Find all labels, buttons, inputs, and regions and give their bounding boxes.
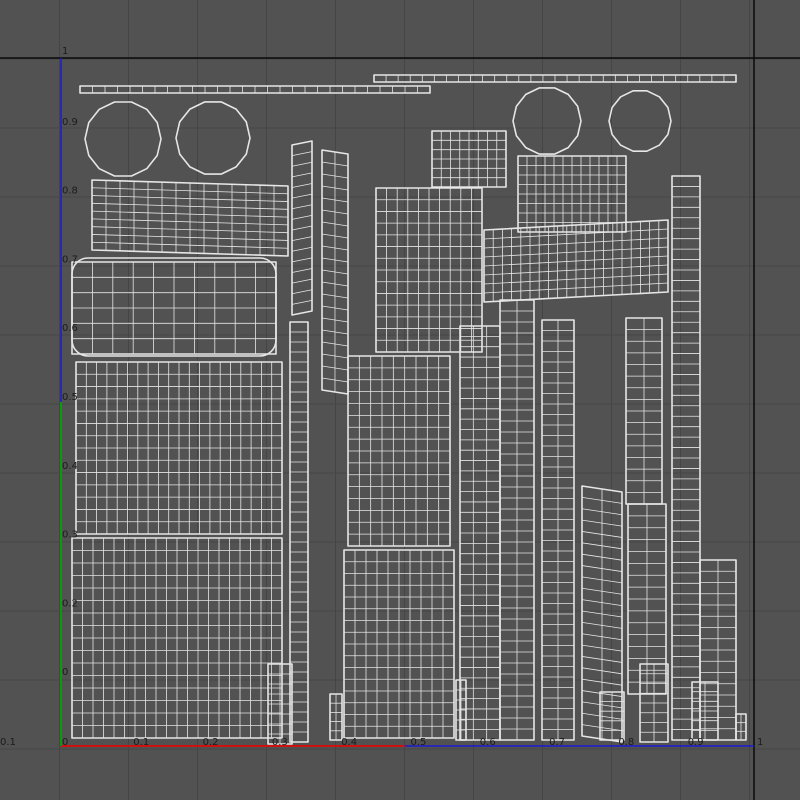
- v-tick-label: 1: [62, 46, 68, 57]
- small-piece: [599, 691, 625, 741]
- shirt-front-shell: [347, 355, 451, 547]
- strap-shell: [581, 485, 623, 743]
- thin-strip-2-edge: [291, 268, 313, 273]
- v-tick-label: 0.7: [62, 254, 78, 265]
- circle-shell: [84, 101, 162, 177]
- top-strip-left: [79, 85, 431, 94]
- uv-editor-viewport[interactable]: 0.1 0 0.1 0.2 0.3 0.4 0.5 0.6 0.7 0.8 0.9 1 1 0.9 0.8 0…: [0, 0, 800, 800]
- uv-shells: [71, 74, 747, 745]
- circle-shell: [608, 90, 672, 152]
- cuff-shell: [91, 179, 289, 257]
- grid-lines: [0, 0, 800, 800]
- strap-shell-2: [625, 317, 663, 505]
- thin-strip-2-edge: [291, 236, 313, 242]
- small-piece: [691, 681, 719, 741]
- thin-strip-3: [321, 149, 349, 395]
- thin-strip-2: [291, 140, 313, 316]
- thin-strip-2-edge: [291, 214, 313, 220]
- small-piece: [329, 693, 343, 741]
- u-tick-label: 0: [62, 737, 68, 748]
- v-tick-label: 0.8: [62, 186, 78, 197]
- circle-shell: [512, 87, 582, 155]
- v-tick-label: 0.2: [62, 598, 78, 609]
- thin-strip-2-edge: [291, 257, 313, 263]
- u-tick-label: 0.2: [203, 737, 219, 748]
- u-tick-label: 0.7: [549, 737, 565, 748]
- sleeve-lower-shell: [71, 537, 283, 739]
- thin-strip-2-edge: [291, 193, 313, 199]
- thin-strip-2-edge: [291, 289, 313, 295]
- thin-strip-2-edge: [291, 204, 313, 210]
- rounded-panel-grid: [71, 261, 277, 355]
- small-piece: [455, 679, 467, 741]
- thin-strip-2-edge: [291, 246, 313, 252]
- u-tick-label: 0.1: [133, 737, 149, 748]
- tall-strip-3: [541, 319, 575, 741]
- chain-strip: [671, 175, 701, 741]
- v-tick-label: 0.3: [62, 530, 78, 541]
- waist-shell: [517, 155, 627, 233]
- u-tick-label: 0.4: [341, 737, 357, 748]
- thin-strip-2-edge: [291, 151, 313, 157]
- small-piece: [639, 663, 669, 743]
- thin-strip-2-edge: [291, 172, 313, 178]
- u-tick-label: 1: [757, 737, 763, 748]
- thin-strip-2-edge: [291, 161, 313, 167]
- thin-strip-2-edge: [291, 183, 313, 188]
- tall-strip-1: [459, 325, 501, 741]
- v-tick-label: 0.6: [62, 323, 78, 334]
- uv-canvas[interactable]: 0.1 0 0.1 0.2 0.3 0.4 0.5 0.6 0.7 0.8 0.9 1 1 0.9 0.8 0…: [0, 0, 800, 800]
- u-tick-label: 0.9: [688, 737, 704, 748]
- u-tick-label: 0.3: [272, 737, 288, 748]
- v-tick-label: 0.9: [62, 117, 78, 128]
- strap-shell-3: [627, 503, 667, 695]
- v-tick-label: 0.4: [62, 461, 78, 472]
- shirt-body-shell: [375, 187, 483, 353]
- circle-shell: [175, 101, 251, 175]
- u-tick-label: 0.6: [480, 737, 496, 748]
- sleeve-upper-shell: [75, 361, 283, 535]
- v-tick-label: 0.5: [62, 392, 78, 403]
- thin-strip-2-edge: [291, 278, 313, 284]
- u-tick-label: 0.5: [411, 737, 427, 748]
- belt-shell: [483, 219, 669, 303]
- top-strip-right: [373, 74, 737, 83]
- thin-strip-2-edge: [291, 299, 313, 305]
- collar-shell: [431, 130, 507, 188]
- v-tick-label: 0: [62, 667, 68, 678]
- small-piece: [735, 713, 747, 741]
- thin-strip-2-edge: [291, 225, 313, 231]
- u-tick-label: 0.8: [618, 737, 634, 748]
- tall-strip-2: [499, 299, 535, 741]
- pants-leg-shell: [343, 549, 455, 739]
- u-tick-label: 0.1: [0, 737, 16, 748]
